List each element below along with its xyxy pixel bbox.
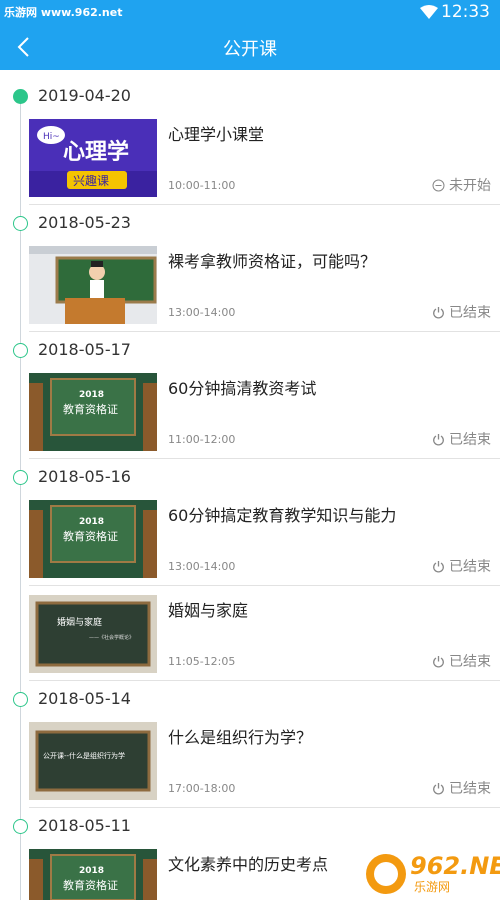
course-status-label: 已结束 xyxy=(449,559,491,575)
thumb-main-text: 心理学 xyxy=(63,139,129,165)
thumb-title-text: 教育资格证 xyxy=(63,878,118,892)
status-time: 12:33 xyxy=(441,2,490,22)
course-time: 10:00-11:00 xyxy=(168,179,236,192)
course-thumbnail xyxy=(29,246,157,324)
course-item[interactable]: 2018 教育资格证 60分钟搞清教资考试 11:00-12:00 已结束 xyxy=(29,373,500,453)
page-title: 公开课 xyxy=(223,39,277,60)
date-group-header: 2018-05-23 xyxy=(0,209,500,237)
power-icon xyxy=(433,306,444,319)
status-site-text: 乐游网 www.962.net xyxy=(4,6,123,19)
thumb-title-text: 公开课--什么是组织行为学 xyxy=(43,751,125,760)
course-item[interactable]: 婚姻与家庭 ——《社会学概论》 婚姻与家庭 11:05-12:05 已结束 xyxy=(29,595,500,675)
group-date: 2018-05-14 xyxy=(38,689,131,708)
course-status: 已结束 xyxy=(432,651,491,671)
course-status-label: 未开始 xyxy=(449,178,491,194)
divider xyxy=(29,680,500,681)
thumb-sub-text: ——《社会学概论》 xyxy=(89,634,134,641)
course-status-label: 已结束 xyxy=(449,432,491,448)
power-icon xyxy=(433,782,444,795)
course-time: 13:00-14:00 xyxy=(168,306,236,319)
course-status: 已结束 xyxy=(432,429,491,449)
thumb-title-text: 婚姻与家庭 xyxy=(57,616,102,628)
timeline-dot xyxy=(13,343,28,358)
course-title: 心理学小课堂 xyxy=(168,125,265,144)
group-date: 2018-05-23 xyxy=(38,213,131,232)
group-date: 2018-05-11 xyxy=(38,816,131,835)
course-thumbnail: Hi~ 心理学 兴趣课 xyxy=(29,119,157,197)
course-time: 11:05-12:05 xyxy=(168,655,236,668)
group-date: 2018-05-16 xyxy=(38,467,131,486)
thumb-title-text: 教育资格证 xyxy=(63,402,118,416)
divider xyxy=(29,585,500,586)
course-item[interactable]: 2018 教育资格证 60分钟搞定教育教学知识与能力 13:00-14:00 已… xyxy=(29,500,500,580)
thumb-year-text: 2018 xyxy=(79,866,104,876)
course-status-label: 已结束 xyxy=(449,654,491,670)
watermark-logo-icon xyxy=(366,854,406,894)
course-status: 已结束 xyxy=(432,778,491,798)
course-time: 17:00-18:00 xyxy=(168,782,236,795)
course-thumbnail: 2018 教育资格证 xyxy=(29,849,157,900)
timeline-dot xyxy=(13,470,28,485)
thumb-year-text: 2018 xyxy=(79,517,104,527)
divider xyxy=(29,807,500,808)
course-time: 11:00-12:00 xyxy=(168,433,236,446)
course-thumbnail: 2018 教育资格证 xyxy=(29,373,157,451)
divider xyxy=(29,458,500,459)
course-title: 60分钟搞定教育教学知识与能力 xyxy=(168,506,397,525)
course-title: 文化素养中的历史考点 xyxy=(168,855,329,874)
course-item[interactable]: 公开课--什么是组织行为学 什么是组织行为学？ 17:00-18:00 已结束 xyxy=(29,722,500,802)
minus-circle-icon xyxy=(432,179,445,191)
date-group-header: 2019-04-20 xyxy=(0,82,500,110)
thumb-sub-text: 兴趣课 xyxy=(73,173,109,188)
watermark-sub-text: 乐游网 xyxy=(414,880,451,894)
course-thumbnail: 婚姻与家庭 ——《社会学概论》 xyxy=(29,595,157,673)
timeline-dot-active xyxy=(13,89,28,104)
timeline-dot xyxy=(13,819,28,834)
divider xyxy=(29,331,500,332)
power-icon xyxy=(433,433,444,446)
thumb-title-text: 教育资格证 xyxy=(63,529,118,543)
watermark-text: 962.NET xyxy=(410,852,500,880)
course-status: 已结束 xyxy=(432,302,491,322)
status-bar: 乐游网 www.962.net 12:33 xyxy=(0,0,500,24)
course-title: 婚姻与家庭 xyxy=(168,601,249,620)
course-status-label: 已结束 xyxy=(449,781,491,797)
course-thumbnail: 公开课--什么是组织行为学 xyxy=(29,722,157,800)
date-group-header: 2018-05-17 xyxy=(0,336,500,364)
group-date: 2019-04-20 xyxy=(38,86,131,105)
course-item[interactable]: 裸考拿教师资格证，可能吗？ 13:00-14:00 已结束 xyxy=(29,246,500,326)
course-time: 13:00-14:00 xyxy=(168,560,236,573)
course-title: 60分钟搞清教资考试 xyxy=(168,379,317,398)
course-title: 什么是组织行为学？ xyxy=(168,728,313,747)
course-status: 已结束 xyxy=(432,556,491,576)
thumb-year-text: 2018 xyxy=(79,390,104,400)
timeline-dot xyxy=(13,216,28,231)
site-watermark: 962.NET 乐游网 xyxy=(364,852,500,896)
timeline-dot xyxy=(13,692,28,707)
date-group-header: 2018-05-11 xyxy=(0,812,500,840)
nav-bar: 公开课 xyxy=(0,24,500,70)
power-icon xyxy=(433,560,444,573)
thumb-hi-text: Hi~ xyxy=(43,132,60,142)
wifi-icon xyxy=(420,4,438,23)
course-title: 裸考拿教师资格证，可能吗？ xyxy=(168,252,377,271)
group-date: 2018-05-17 xyxy=(38,340,131,359)
power-icon xyxy=(433,655,444,668)
divider xyxy=(29,204,500,205)
course-status: 未开始 xyxy=(432,175,491,195)
course-status-label: 已结束 xyxy=(449,305,491,321)
date-group-header: 2018-05-14 xyxy=(0,685,500,713)
course-item[interactable]: Hi~ 心理学 兴趣课 心理学小课堂 10:00-11:00 未开始 xyxy=(29,119,500,199)
date-group-header: 2018-05-16 xyxy=(0,463,500,491)
course-thumbnail: 2018 教育资格证 xyxy=(29,500,157,578)
